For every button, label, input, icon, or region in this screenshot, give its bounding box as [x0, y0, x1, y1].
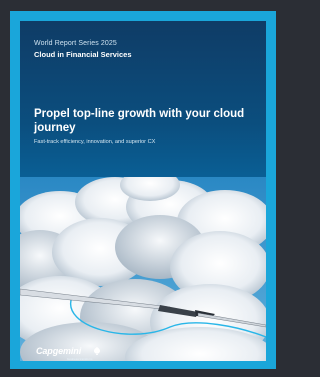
series-label: World Report Series 2025	[34, 40, 117, 47]
cover-tagline: Fast-track efficiency, innovation, and s…	[34, 139, 156, 145]
capgemini-spade-icon	[93, 347, 101, 355]
report-cover: World Report Series 2025 Cloud in Financ…	[20, 21, 266, 361]
report-cover-frame[interactable]: World Report Series 2025 Cloud in Financ…	[10, 11, 276, 369]
brand-subtitle: business transform	[67, 357, 93, 361]
cover-photo-clouds	[20, 177, 266, 361]
report-subject: Cloud in Financial Services	[34, 50, 132, 59]
capgemini-logo: Capgemini	[36, 346, 82, 356]
cover-headline: Propel top-line growth with your cloud j…	[34, 108, 245, 134]
